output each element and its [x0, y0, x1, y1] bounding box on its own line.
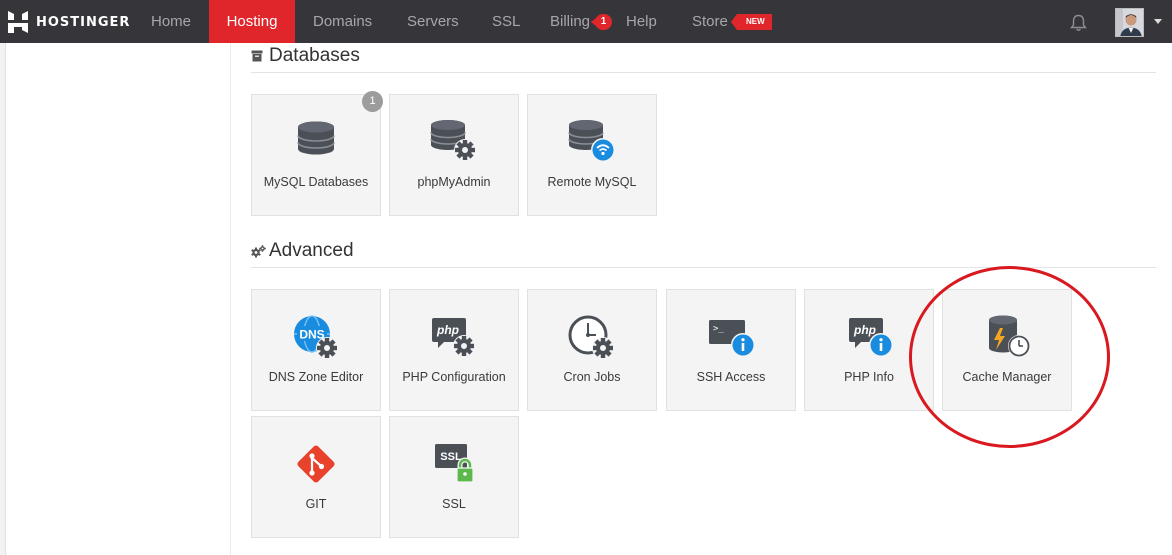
databases-section-title: Databases: [269, 45, 360, 66]
nav-home[interactable]: Home: [151, 0, 191, 43]
tile-dns-zone-editor[interactable]: DNS DNS Zone Editor: [251, 289, 381, 411]
tile-mysql-databases[interactable]: MySQL Databases: [251, 94, 381, 216]
tile-label: PHP Info: [844, 370, 894, 384]
tile-label: phpMyAdmin: [417, 175, 491, 189]
tile-label: GIT: [305, 497, 327, 511]
archive-box-icon: [251, 50, 263, 62]
php-gear-icon: php: [432, 318, 475, 357]
tile-cron-jobs[interactable]: Cron Jobs: [527, 289, 657, 411]
nav-store[interactable]: Store: [692, 0, 728, 43]
sidebar-edge-strip: [0, 43, 6, 555]
databases-section-header: Databases: [251, 43, 1156, 73]
tile-php-configuration[interactable]: php PHP Configuration: [389, 289, 519, 411]
tile-ssh-access[interactable]: >_ SSH Access: [666, 289, 796, 411]
nav-ssl[interactable]: SSL: [492, 0, 520, 43]
tile-label: Remote MySQL: [547, 175, 637, 189]
database-gear-icon: [430, 120, 476, 161]
tile-phpmyadmin[interactable]: phpMyAdmin: [389, 94, 519, 216]
notification-bell-icon[interactable]: [1069, 14, 1088, 32]
top-navigation-bar: HOSTINGER Home Hosting Domains Servers S…: [0, 0, 1172, 43]
tile-label: MySQL Databases: [263, 175, 369, 189]
svg-text:>_: >_: [713, 324, 724, 334]
mysql-count-badge: 1: [362, 91, 383, 112]
tile-label: DNS Zone Editor: [268, 370, 364, 384]
user-photo-icon: [1116, 9, 1143, 36]
store-new-tag: NEW: [731, 14, 772, 30]
nav-servers[interactable]: Servers: [407, 0, 459, 43]
advanced-section-header: Advanced: [251, 238, 1156, 268]
cogs-icon: [251, 245, 266, 258]
tile-label: SSL: [442, 497, 466, 511]
svg-text:php: php: [853, 323, 876, 337]
tile-git[interactable]: GIT: [251, 416, 381, 538]
nav-help[interactable]: Help: [626, 0, 657, 43]
hostinger-logo-icon: [8, 11, 28, 33]
dns-globe-gear-icon: DNS: [294, 315, 338, 359]
cache-clock-icon: [989, 315, 1030, 357]
tile-label: Cache Manager: [962, 370, 1052, 384]
account-menu-caret-icon[interactable]: [1154, 19, 1162, 24]
tile-php-info[interactable]: php PHP Info: [804, 289, 934, 411]
left-sidebar: [0, 43, 231, 555]
tile-label: SSH Access: [696, 370, 766, 384]
database-icon: [297, 121, 335, 155]
tile-ssl[interactable]: SSL SSL: [389, 416, 519, 538]
brand-logo[interactable]: HOSTINGER: [8, 11, 130, 33]
nav-hosting[interactable]: Hosting: [209, 0, 295, 43]
tile-label: Cron Jobs: [563, 370, 621, 384]
tile-remote-mysql[interactable]: Remote MySQL: [527, 94, 657, 216]
database-wifi-icon: [568, 120, 615, 162]
billing-count-badge: 1: [591, 14, 612, 30]
ssl-lock-icon: SSL: [435, 444, 474, 483]
git-icon: [297, 445, 335, 483]
svg-text:php: php: [436, 323, 459, 337]
advanced-section-title: Advanced: [269, 240, 354, 261]
user-avatar[interactable]: [1115, 8, 1144, 37]
terminal-info-icon: >_: [709, 320, 755, 357]
php-info-icon: php: [849, 318, 893, 357]
nav-domains[interactable]: Domains: [313, 0, 372, 43]
brand-name: HOSTINGER: [36, 14, 131, 30]
tile-label: PHP Configuration: [402, 370, 506, 384]
nav-billing[interactable]: Billing: [550, 0, 590, 43]
tile-cache-manager[interactable]: Cache Manager: [942, 289, 1072, 411]
clock-gear-icon: [568, 315, 614, 359]
